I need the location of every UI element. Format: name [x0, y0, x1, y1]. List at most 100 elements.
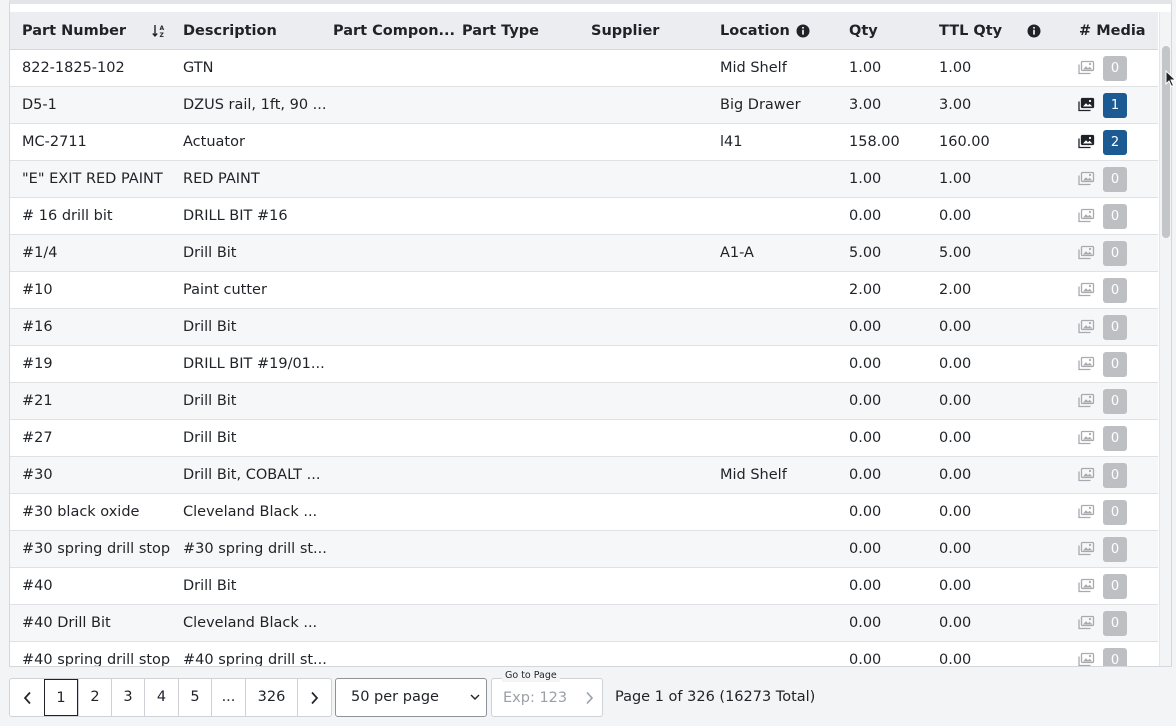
media-count-badge[interactable]: 0	[1103, 352, 1127, 377]
cell-description: GTN	[183, 60, 214, 76]
cell-ttl-qty: 0.00	[939, 541, 972, 557]
cell-part-number: #10	[22, 282, 53, 298]
media-gallery-icon[interactable]	[1077, 578, 1095, 594]
cell-location: Mid Shelf	[720, 467, 787, 483]
table-row[interactable]: #27 Drill Bit 0.00 0.00 0	[10, 420, 1158, 457]
col-qty[interactable]: Qty	[849, 12, 878, 50]
page-button[interactable]: 3	[111, 679, 144, 716]
page-button[interactable]: 5	[178, 679, 211, 716]
media-gallery-icon[interactable]	[1077, 615, 1095, 631]
col-ttl-qty[interactable]: TTL Qty	[939, 12, 1002, 50]
go-to-page-field[interactable]: Go to Page Exp: 123	[491, 670, 603, 717]
media-count-badge[interactable]: 0	[1103, 315, 1127, 340]
media-count-badge[interactable]: 0	[1103, 278, 1127, 303]
media-count-badge[interactable]: 0	[1103, 56, 1127, 81]
table-row[interactable]: 822-1825-102 GTN Mid Shelf 1.00 1.00 0	[10, 50, 1158, 87]
cell-ttl-qty: 0.00	[939, 393, 972, 409]
prev-page-button[interactable]	[10, 679, 44, 716]
cell-description: DZUS rail, 1ft, 90 ...	[183, 97, 327, 113]
table-row[interactable]: #40 spring drill stop #40 spring drill st…	[10, 642, 1158, 667]
table-scrollbar[interactable]	[1159, 12, 1171, 666]
go-to-page-input[interactable]: Exp: 123	[503, 689, 567, 707]
cell-part-number: D5-1	[22, 97, 57, 113]
table-row[interactable]: #1/4 Drill Bit A1-A 5.00 5.00 0	[10, 235, 1158, 272]
media-count-badge[interactable]: 0	[1103, 241, 1127, 266]
cell-qty: 0.00	[849, 356, 882, 372]
cell-qty: 0.00	[849, 393, 882, 409]
media-gallery-icon[interactable]	[1077, 652, 1095, 667]
table-row[interactable]: #10 Paint cutter 2.00 2.00 0	[10, 272, 1158, 309]
media-count-badge[interactable]: 0	[1103, 574, 1127, 599]
table-row[interactable]: #19 DRILL BIT #19/01... 0.00 0.00 0	[10, 346, 1158, 383]
mouse-cursor-icon	[1165, 70, 1176, 88]
media-gallery-icon[interactable]	[1077, 171, 1095, 187]
cell-qty: 0.00	[849, 467, 882, 483]
table-row[interactable]: #30 black oxide Cleveland Black ... 0.00 0.…	[10, 494, 1158, 531]
page-button[interactable]: 1	[44, 679, 78, 716]
page-button[interactable]: 2	[78, 679, 111, 716]
col-part-type[interactable]: Part Type	[462, 12, 539, 50]
page-button[interactable]: 4	[144, 679, 178, 716]
col-media[interactable]: # Media	[1079, 12, 1146, 50]
table-row[interactable]: #16 Drill Bit 0.00 0.00 0	[10, 309, 1158, 346]
table-row[interactable]: #40 Drill Bit 0.00 0.00 0	[10, 568, 1158, 605]
cell-qty: 1.00	[849, 60, 882, 76]
media-gallery-icon[interactable]	[1077, 245, 1095, 261]
col-description[interactable]: Description	[183, 12, 277, 50]
media-gallery-icon[interactable]	[1077, 356, 1095, 372]
sort-descending-icon[interactable]: A Z	[152, 24, 166, 38]
cell-part-number: #30	[22, 467, 53, 483]
cell-ttl-qty: 160.00	[939, 134, 990, 150]
table-row[interactable]: D5-1 DZUS rail, 1ft, 90 ... Big Drawer 3.00…	[10, 87, 1158, 124]
table-row[interactable]: MC-2711 Actuator l41 158.00 160.00 2	[10, 124, 1158, 161]
cell-qty: 0.00	[849, 430, 882, 446]
media-gallery-icon[interactable]	[1077, 208, 1095, 224]
cell-ttl-qty: 2.00	[939, 282, 972, 298]
media-count-badge[interactable]: 0	[1103, 537, 1127, 562]
cell-location: A1-A	[720, 245, 754, 261]
cell-description: Drill Bit	[183, 578, 237, 594]
media-count-badge[interactable]: 0	[1103, 463, 1127, 488]
col-part-number[interactable]: Part Number	[22, 12, 126, 50]
per-page-select[interactable]: 50 per page	[335, 678, 487, 717]
cell-qty: 0.00	[849, 652, 882, 667]
cell-description: RED PAINT	[183, 171, 260, 187]
col-supplier[interactable]: Supplier	[591, 12, 659, 50]
col-part-component[interactable]: Part Compon...	[333, 12, 455, 50]
cell-part-number: # 16 drill bit	[22, 208, 113, 224]
media-count-badge[interactable]: 0	[1103, 426, 1127, 451]
media-count-badge[interactable]: 0	[1103, 611, 1127, 636]
location-info-icon[interactable]	[796, 24, 810, 38]
go-to-page-arrow-icon[interactable]	[585, 691, 594, 705]
media-gallery-icon[interactable]	[1077, 430, 1095, 446]
media-gallery-icon[interactable]	[1077, 60, 1095, 76]
media-count-badge[interactable]: 0	[1103, 167, 1127, 192]
table-row[interactable]: #30 spring drill stop #30 spring drill st…	[10, 531, 1158, 568]
media-gallery-icon[interactable]	[1077, 97, 1095, 113]
media-gallery-icon[interactable]	[1077, 282, 1095, 298]
media-count-badge[interactable]: 0	[1103, 204, 1127, 229]
media-count-badge[interactable]: 0	[1103, 500, 1127, 525]
ttl-qty-info-icon[interactable]	[1027, 24, 1041, 38]
media-gallery-icon[interactable]	[1077, 504, 1095, 520]
media-gallery-icon[interactable]	[1077, 319, 1095, 335]
media-count-badge[interactable]: 1	[1103, 93, 1127, 118]
cell-part-number: #19	[22, 356, 53, 372]
media-gallery-icon[interactable]	[1077, 541, 1095, 557]
media-gallery-icon[interactable]	[1077, 134, 1095, 150]
table-row[interactable]: # 16 drill bit DRILL BIT #16 0.00 0.00 0	[10, 198, 1158, 235]
table-row[interactable]: #21 Drill Bit 0.00 0.00 0	[10, 383, 1158, 420]
media-gallery-icon[interactable]	[1077, 393, 1095, 409]
table-row[interactable]: "E" EXIT RED PAINT RED PAINT 1.00 1.00 0	[10, 161, 1158, 198]
cell-ttl-qty: 0.00	[939, 578, 972, 594]
table-row[interactable]: #40 Drill Bit Cleveland Black ... 0.00 0.00…	[10, 605, 1158, 642]
col-location[interactable]: Location	[720, 12, 790, 50]
next-page-button[interactable]	[297, 679, 331, 716]
table-row[interactable]: #30 Drill Bit, COBALT ... Mid Shelf 0.00 0.0…	[10, 457, 1158, 494]
media-count-badge[interactable]: 0	[1103, 389, 1127, 414]
page-button[interactable]: 326	[245, 679, 297, 716]
media-count-badge[interactable]: 2	[1103, 130, 1127, 155]
chevron-left-icon	[23, 691, 31, 705]
media-gallery-icon[interactable]	[1077, 467, 1095, 483]
media-count-badge[interactable]: 0	[1103, 648, 1127, 666]
